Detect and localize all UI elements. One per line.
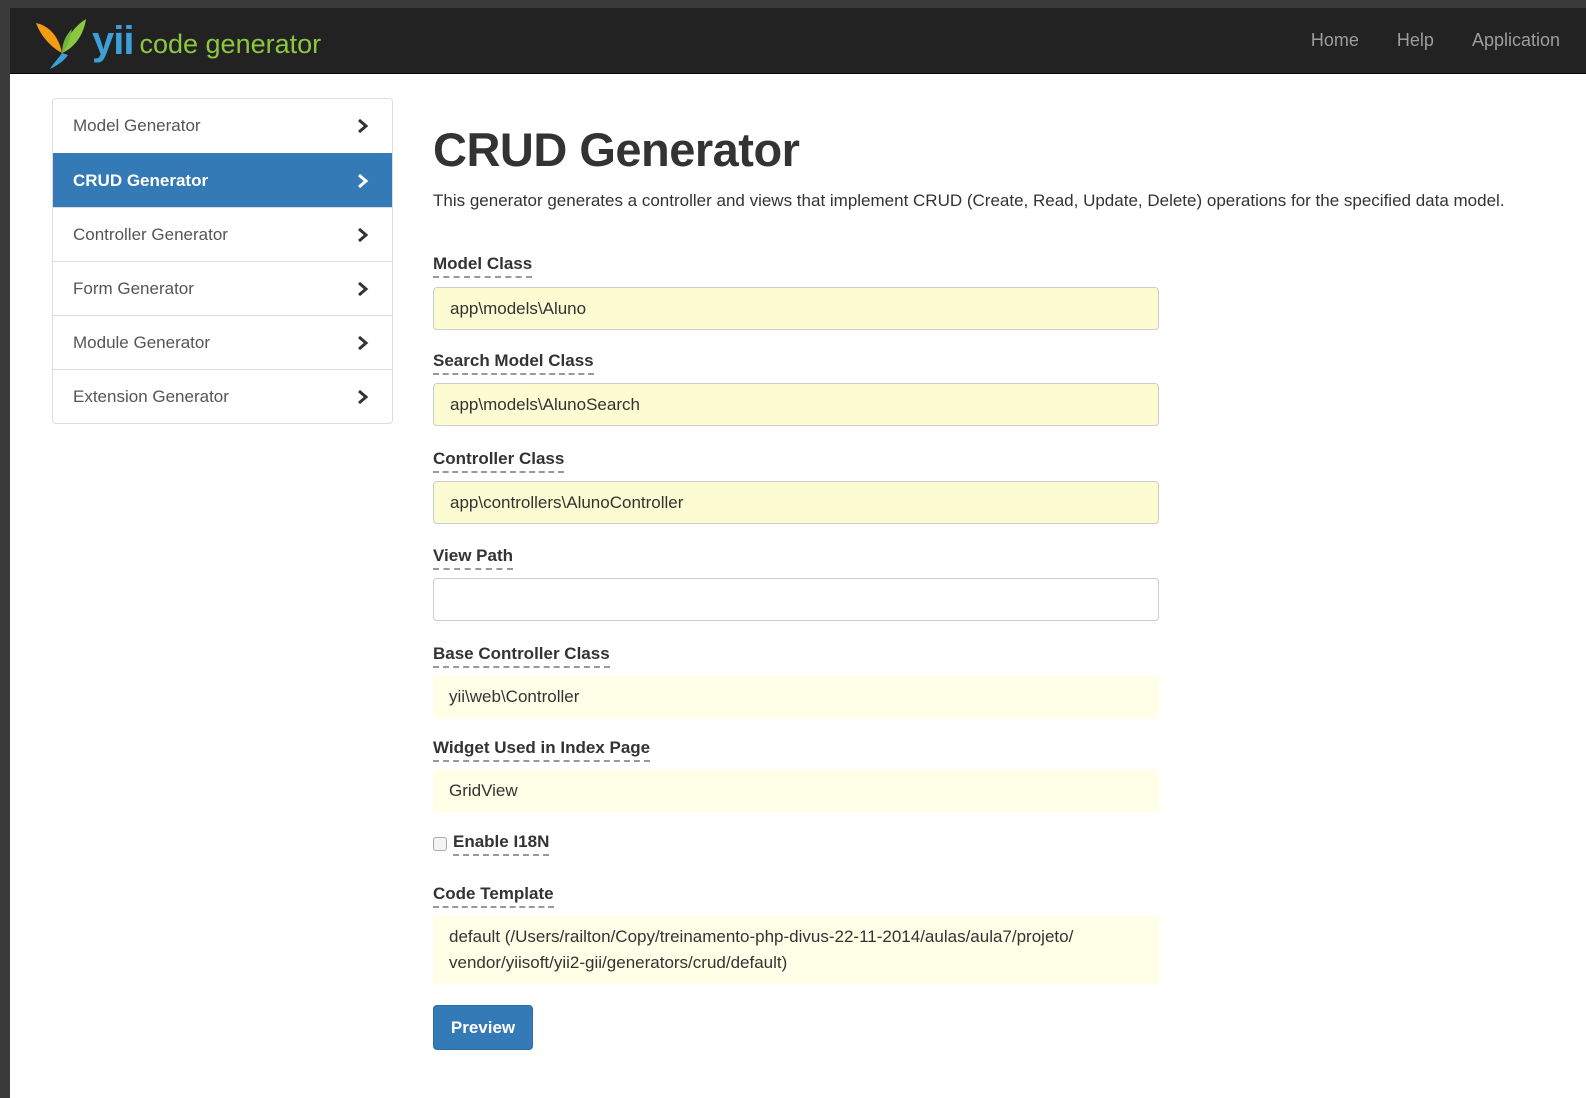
sidebar-item-crud-generator[interactable]: CRUD Generator: [53, 153, 392, 207]
sidebar-item-label: Controller Generator: [73, 224, 228, 244]
preview-button[interactable]: Preview: [433, 1005, 533, 1050]
brand[interactable]: yii code generator: [32, 12, 321, 70]
chevron-right-icon: [358, 227, 369, 242]
chevron-right-icon: [358, 281, 369, 296]
sidebar-item-label: Extension Generator: [73, 386, 229, 406]
index-widget-value[interactable]: GridView: [433, 770, 1159, 812]
nav-home-link[interactable]: Home: [1311, 30, 1359, 51]
sidebar-item-module-generator[interactable]: Module Generator: [53, 315, 392, 369]
model-class-label: Model Class: [433, 254, 533, 278]
nav-help-link[interactable]: Help: [1397, 30, 1434, 51]
view-path-input[interactable]: [433, 578, 1159, 621]
code-template-value[interactable]: default (/Users/railton/Copy/treinamento…: [433, 916, 1159, 984]
enable-i18n-checkbox[interactable]: [433, 837, 447, 851]
enable-i18n-label[interactable]: Enable I18N: [453, 832, 550, 856]
sidebar-item-extension-generator[interactable]: Extension Generator: [53, 369, 392, 423]
code-template-line-1: default (/Users/railton/Copy/treinamento…: [449, 927, 1074, 946]
sidebar-item-label: CRUD Generator: [73, 170, 209, 190]
enable-i18n-row: Enable I18N: [433, 832, 550, 856]
page-description: This generator generates a controller an…: [433, 191, 1505, 210]
code-template-label: Code Template: [433, 884, 554, 908]
generator-sidebar: Model Generator CRUD Generator Controlle…: [52, 98, 393, 424]
top-navbar: yii code generator Home Help Application: [10, 8, 1586, 74]
base-controller-class-value[interactable]: yii\web\Controller: [433, 676, 1159, 718]
sidebar-item-controller-generator[interactable]: Controller Generator: [53, 207, 392, 261]
chevron-right-icon: [358, 335, 369, 350]
chevron-right-icon: [358, 118, 369, 134]
brand-logo-text: yii: [92, 19, 134, 63]
search-model-class-label: Search Model Class: [433, 351, 594, 375]
search-model-class-input[interactable]: app\models\AlunoSearch: [433, 383, 1159, 426]
index-widget-label: Widget Used in Index Page: [433, 738, 651, 762]
controller-class-input[interactable]: app\controllers\AlunoController: [433, 481, 1159, 524]
sidebar-item-label: Model Generator: [73, 116, 201, 135]
sidebar-item-label: Form Generator: [73, 278, 194, 298]
nav-links: Home Help Application: [1311, 8, 1560, 72]
nav-application-link[interactable]: Application: [1472, 30, 1560, 51]
controller-class-label: Controller Class: [433, 449, 565, 473]
model-class-input[interactable]: app\models\Aluno: [433, 287, 1159, 330]
base-controller-class-label: Base Controller Class: [433, 644, 610, 668]
view-path-label: View Path: [433, 546, 513, 570]
code-template-line-2: vendor/yiisoft/yii2-gii/generators/crud/…: [449, 953, 788, 972]
brand-subtitle: code generator: [139, 28, 322, 59]
chevron-right-icon: [358, 173, 369, 188]
app-window: yii code generator Home Help Application…: [10, 8, 1586, 1098]
page-title: CRUD Generator: [433, 123, 800, 176]
sidebar-item-form-generator[interactable]: Form Generator: [53, 261, 392, 315]
chevron-right-icon: [358, 389, 369, 404]
sidebar-item-model-generator[interactable]: Model Generator: [53, 99, 392, 153]
yii-logo-icon: [36, 19, 86, 69]
sidebar-item-label: Module Generator: [73, 332, 211, 352]
